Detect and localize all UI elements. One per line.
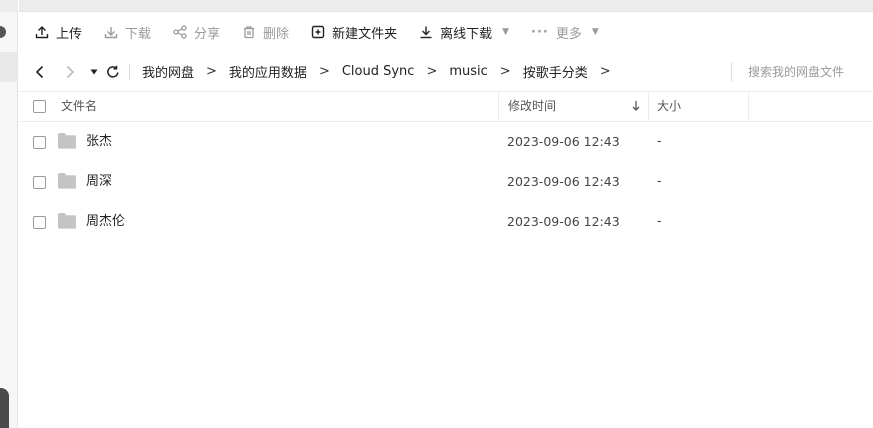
sidebar-avatar-dot[interactable] [0, 26, 6, 38]
column-header-mtime[interactable]: 修改时间 [498, 92, 648, 122]
breadcrumb-separator: > [499, 64, 511, 79]
sidebar-selected-item[interactable] [0, 52, 18, 82]
modified-time: 2023-09-06 12:43 [507, 214, 620, 229]
trash-icon [244, 26, 255, 39]
share-button[interactable]: 分享 [173, 12, 220, 52]
breadcrumb-item[interactable]: Cloud Sync [340, 64, 417, 79]
navigation-bar: 我的网盘 > 我的应用数据 > Cloud Sync > music > 按歌手… [19, 52, 873, 92]
more-button[interactable]: ··· 更多 ▼ [531, 12, 599, 52]
refresh-button[interactable] [103, 52, 123, 92]
sidebar [0, 0, 18, 428]
main-panel: 上传 下载 分享 删除 新建文件夹 离线下载 ▼ ··· 更多 ▼ 我的网盘 >… [19, 0, 873, 428]
row-checkbox[interactable] [33, 216, 46, 229]
toolbar: 上传 下载 分享 删除 新建文件夹 离线下载 ▼ ··· 更多 ▼ [19, 12, 873, 52]
app-window: 上传 下载 分享 删除 新建文件夹 离线下载 ▼ ··· 更多 ▼ 我的网盘 >… [0, 0, 873, 428]
column-divider [748, 92, 749, 122]
folder-icon [58, 173, 76, 189]
more-label: 更多 [555, 26, 582, 42]
more-caret-icon[interactable]: ▼ [592, 27, 599, 37]
sort-descending-icon[interactable] [632, 100, 640, 112]
caret-down-icon [90, 69, 98, 74]
file-table: 文件名 修改时间 大小 张杰 2023-09-06 12:43 - 周深 202… [19, 92, 873, 242]
row-checkbox[interactable] [33, 176, 46, 189]
chevron-right-icon [66, 65, 75, 78]
offline-download-button[interactable]: 离线下载 ▼ [419, 12, 509, 52]
file-name[interactable]: 周深 [86, 162, 112, 202]
search-input[interactable]: 搜索我的网盘文件 [731, 62, 873, 82]
delete-button[interactable]: 删除 [242, 12, 289, 52]
column-header-name[interactable]: 文件名 [61, 92, 97, 122]
breadcrumb: 我的网盘 > 我的应用数据 > Cloud Sync > music > 按歌手… [140, 62, 621, 81]
offline-download-icon [420, 26, 432, 39]
file-name[interactable]: 周杰伦 [86, 202, 125, 242]
refresh-icon [107, 65, 119, 78]
offline-download-label: 离线下载 [440, 26, 493, 42]
history-dropdown-button[interactable] [87, 52, 101, 92]
sidebar-bottom-tab[interactable] [0, 388, 9, 428]
breadcrumb-separator: > [426, 64, 438, 79]
forward-button[interactable] [59, 52, 81, 92]
breadcrumb-item[interactable]: 按歌手分类 [521, 62, 590, 81]
breadcrumb-separator: > [599, 64, 611, 79]
table-header: 文件名 修改时间 大小 [19, 92, 873, 122]
new-folder-label: 新建文件夹 [332, 26, 398, 42]
file-size: - [657, 214, 662, 229]
back-button[interactable] [29, 52, 51, 92]
share-icon [173, 25, 187, 39]
breadcrumb-item[interactable]: 我的应用数据 [227, 62, 309, 81]
sidebar-top-strip [0, 0, 18, 12]
download-label: 下载 [125, 26, 152, 42]
breadcrumb-separator: > [206, 64, 217, 79]
table-row[interactable]: 张杰 2023-09-06 12:43 - [19, 122, 873, 162]
delete-label: 删除 [263, 26, 290, 42]
select-all-checkbox[interactable] [33, 100, 46, 113]
table-row[interactable]: 周深 2023-09-06 12:43 - [19, 162, 873, 202]
modified-time: 2023-09-06 12:43 [507, 134, 620, 149]
file-size: - [657, 134, 662, 149]
row-checkbox[interactable] [33, 136, 46, 149]
breadcrumb-separator: > [318, 64, 330, 79]
new-folder-button[interactable]: 新建文件夹 [311, 12, 397, 52]
folder-icon [58, 133, 76, 149]
nav-divider [129, 63, 130, 80]
share-label: 分享 [194, 26, 221, 42]
new-folder-icon [311, 25, 325, 39]
folder-icon [58, 213, 76, 229]
chevron-left-icon [35, 65, 44, 78]
file-name[interactable]: 张杰 [86, 122, 112, 162]
file-size: - [657, 174, 662, 189]
table-row[interactable]: 周杰伦 2023-09-06 12:43 - [19, 202, 873, 242]
upload-label: 上传 [56, 26, 83, 42]
offline-download-caret-icon[interactable]: ▼ [502, 27, 509, 37]
breadcrumb-item[interactable]: music [447, 64, 489, 79]
upload-button[interactable]: 上传 [35, 12, 82, 52]
top-strip [19, 0, 873, 12]
download-button[interactable]: 下载 [104, 12, 151, 52]
modified-time: 2023-09-06 12:43 [507, 174, 620, 189]
upload-icon [35, 26, 49, 39]
more-dots-icon: ··· [531, 24, 549, 40]
breadcrumb-item[interactable]: 我的网盘 [140, 62, 196, 81]
column-header-size[interactable]: 大小 [648, 92, 748, 122]
download-icon [104, 27, 118, 39]
